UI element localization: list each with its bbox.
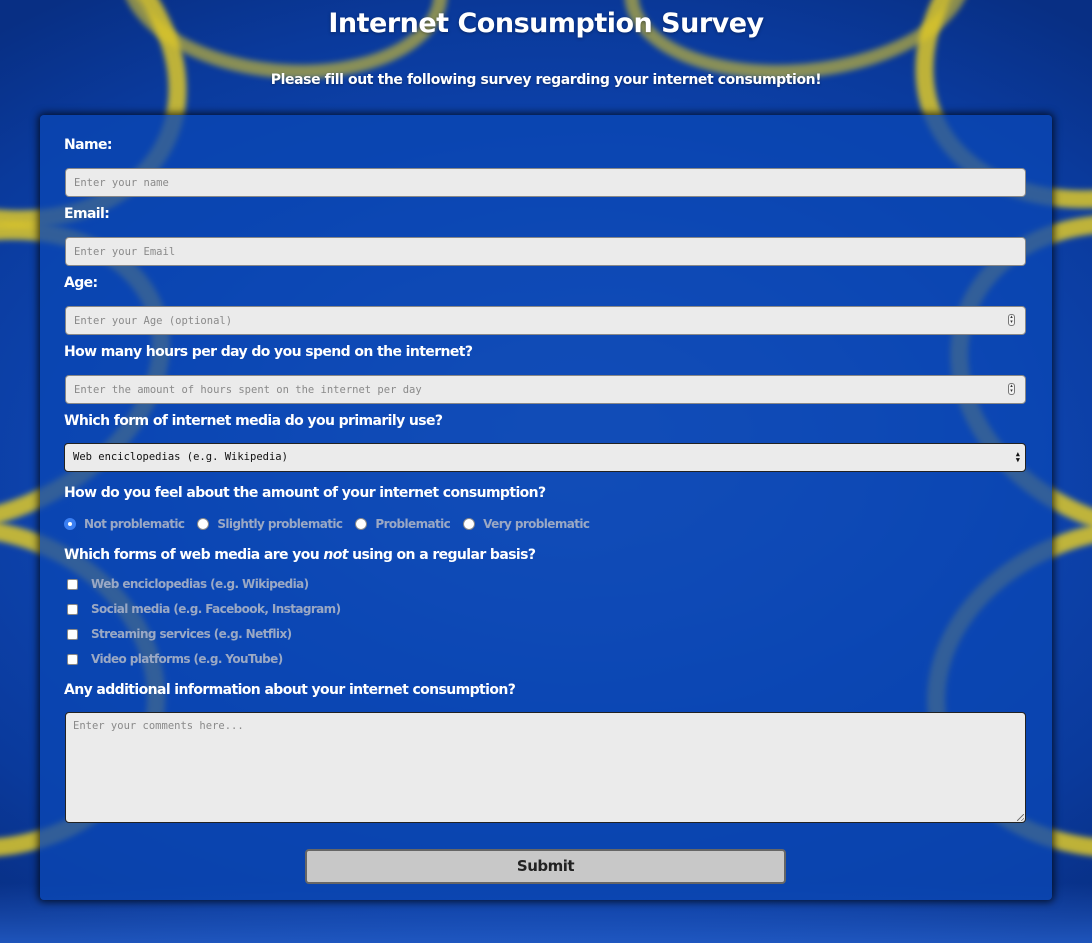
feeling-label: How do you feel about the amount of your… bbox=[64, 485, 546, 501]
hours-label: How many hours per day do you spend on t… bbox=[64, 344, 473, 360]
page-description: Please fill out the following survey reg… bbox=[270, 72, 822, 88]
radio-label: Problematic bbox=[375, 517, 451, 531]
media-select[interactable]: Web enciclopedias (e.g. Wikipedia) ▲ ▼ bbox=[64, 443, 1026, 472]
checkbox-row: Video platforms (e.g. YouTube) bbox=[67, 651, 296, 667]
checkbox-social-media[interactable] bbox=[67, 603, 78, 615]
comments-textarea[interactable] bbox=[65, 712, 1026, 823]
not-used-label-after: using on a regular basis? bbox=[352, 547, 536, 563]
age-label: Age: bbox=[64, 275, 98, 291]
checkbox-label: Streaming services (e.g. Netflix) bbox=[91, 627, 292, 641]
not-used-label: Which forms of web media are you not usi… bbox=[64, 547, 536, 563]
email-input[interactable] bbox=[65, 237, 1026, 266]
page-title: Internet Consumption Survey bbox=[328, 8, 764, 39]
radio-very-problematic[interactable] bbox=[463, 518, 476, 530]
radio-problematic[interactable] bbox=[355, 518, 368, 530]
hours-input[interactable] bbox=[65, 375, 1026, 404]
email-label: Email: bbox=[64, 206, 110, 222]
checkbox-label: Web enciclopedias (e.g. Wikipedia) bbox=[91, 577, 309, 591]
submit-button[interactable]: Submit bbox=[305, 849, 786, 884]
checkbox-row: Social media (e.g. Facebook, Instagram) bbox=[67, 601, 353, 617]
not-used-label-emphasis: not bbox=[323, 547, 348, 563]
age-input[interactable] bbox=[65, 306, 1026, 335]
select-arrows-icon: ▲ ▼ bbox=[1015, 450, 1020, 464]
feeling-radio-group: Not problematic Slightly problematic Pro… bbox=[64, 515, 602, 533]
radio-label: Slightly problematic bbox=[217, 517, 343, 531]
radio-not-problematic[interactable] bbox=[64, 518, 76, 530]
checkbox-web-enciclopedias[interactable] bbox=[67, 578, 78, 590]
radio-slightly-problematic[interactable] bbox=[197, 518, 210, 530]
checkbox-label: Social media (e.g. Facebook, Instagram) bbox=[91, 602, 341, 616]
radio-label: Not problematic bbox=[84, 517, 185, 531]
media-select-value: Web enciclopedias (e.g. Wikipedia) bbox=[73, 451, 288, 463]
survey-form: Name: Email: Age: ▴▾ How many hours per … bbox=[40, 115, 1052, 900]
radio-label: Very problematic bbox=[483, 517, 590, 531]
comments-label: Any additional information about your in… bbox=[64, 682, 516, 698]
age-field: ▴▾ bbox=[65, 306, 1026, 335]
not-used-label-before: Which forms of web media are you bbox=[64, 547, 320, 563]
checkbox-streaming-services[interactable] bbox=[67, 628, 78, 640]
name-input[interactable] bbox=[65, 168, 1026, 197]
hours-field: ▴▾ bbox=[65, 375, 1026, 404]
checkbox-label: Video platforms (e.g. YouTube) bbox=[91, 652, 283, 666]
media-label: Which form of internet media do you prim… bbox=[64, 413, 443, 429]
checkbox-row: Streaming services (e.g. Netflix) bbox=[67, 626, 304, 642]
name-label: Name: bbox=[64, 137, 112, 153]
checkbox-video-platforms[interactable] bbox=[67, 653, 78, 665]
checkbox-row: Web enciclopedias (e.g. Wikipedia) bbox=[67, 576, 322, 592]
